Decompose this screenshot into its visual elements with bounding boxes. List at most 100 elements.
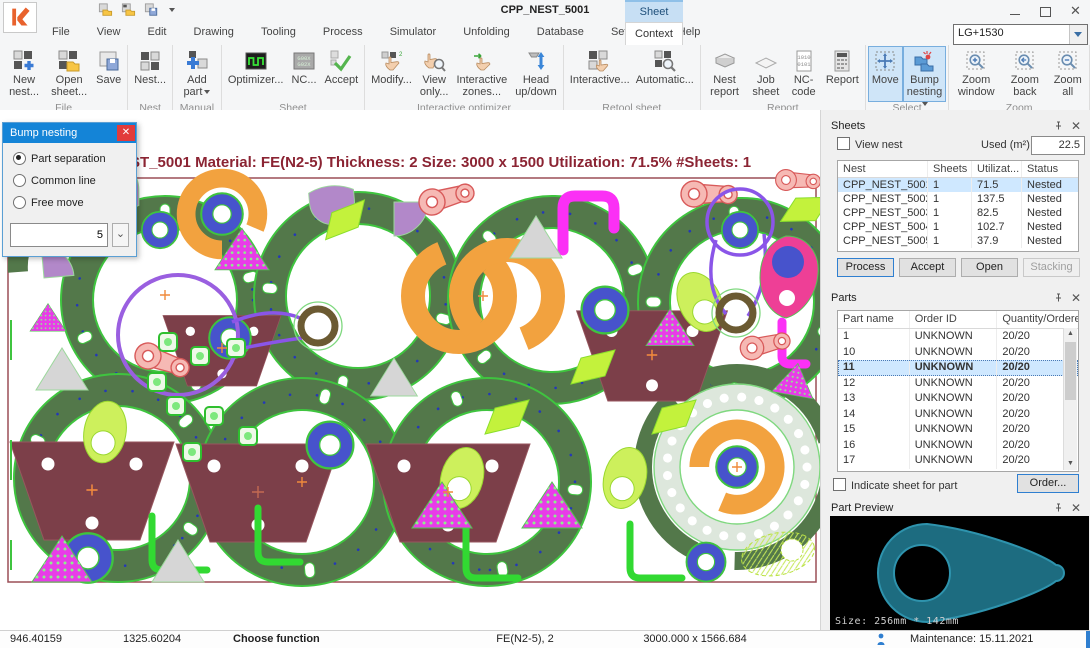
app-logo[interactable]: [3, 2, 37, 33]
head-updown-button[interactable]: Head up/down: [511, 46, 561, 102]
tab-database[interactable]: Database: [525, 22, 596, 38]
contextual-tab-group[interactable]: Sheet: [625, 0, 683, 24]
close-button[interactable]: ✕: [1070, 5, 1082, 17]
process-button[interactable]: Process: [837, 258, 894, 277]
table-row-selected[interactable]: 11UNKNOWN20/20: [838, 360, 1078, 376]
nest-button[interactable]: Nest...: [130, 46, 170, 102]
tab-unfolding[interactable]: Unfolding: [451, 22, 521, 38]
qat-customize-icon[interactable]: [169, 8, 175, 12]
table-row[interactable]: CPP_NEST_50021 137.5Nested: [838, 192, 1078, 206]
save-button[interactable]: Save: [92, 46, 125, 102]
pin-icon[interactable]: [1054, 293, 1063, 302]
view-nest-checkbox[interactable]: View nest: [837, 137, 903, 151]
scroll-down-icon[interactable]: ▼: [1064, 458, 1077, 470]
save-quick-icon[interactable]: [144, 3, 159, 17]
part-preview-drawing: [830, 516, 1089, 630]
modify-button[interactable]: 2 Modify...: [367, 46, 416, 102]
import-file-icon[interactable]: [121, 3, 136, 17]
minimize-button[interactable]: [1010, 5, 1022, 17]
close-panel-icon[interactable]: ✕: [1071, 293, 1081, 303]
sheets-table[interactable]: Nest Sheets Utilizat... Status CPP_NEST_…: [837, 160, 1079, 252]
open-button[interactable]: Open: [961, 258, 1018, 277]
bump-nesting-button[interactable]: Bump nesting: [903, 46, 946, 102]
add-part-button[interactable]: Add part: [175, 46, 219, 102]
nc-button[interactable]: G00X G02X NC...: [287, 46, 320, 102]
accept-button[interactable]: Accept: [321, 46, 363, 102]
table-row[interactable]: 12UNKNOWN20/20: [838, 376, 1078, 392]
zoom-window-button[interactable]: Zoom window: [951, 46, 1001, 102]
open-sheet-button[interactable]: Open sheet...: [46, 46, 92, 102]
optimizer-button[interactable]: Optimizer...: [224, 46, 288, 102]
radio-part-separation[interactable]: Part separation: [13, 152, 136, 165]
part-preview: Size: 256mm * 142mm: [830, 516, 1089, 630]
maintenance-date: Maintenance: 15.11.2021: [910, 633, 1033, 645]
table-row[interactable]: CPP_NEST_50011 71.5Nested: [838, 178, 1078, 192]
scroll-up-icon[interactable]: ▲: [1064, 328, 1077, 340]
view-only-button[interactable]: View only...: [416, 46, 453, 102]
zoom-all-button[interactable]: Zoom all: [1049, 46, 1088, 102]
nest-report-button[interactable]: Nest report: [703, 46, 747, 102]
tab-edit[interactable]: Edit: [136, 22, 179, 38]
tab-process[interactable]: Process: [311, 22, 375, 38]
menu-bar: File View Edit Drawing Tooling Process S…: [0, 22, 1090, 46]
accept-sheet-button[interactable]: Accept: [899, 258, 956, 277]
tab-context[interactable]: Context: [625, 22, 683, 45]
machine-selector-dropdown[interactable]: [1069, 25, 1087, 44]
nc-code-button[interactable]: 1010 0101 NC-code: [785, 46, 821, 102]
report-button[interactable]: Report: [822, 46, 863, 102]
tab-view[interactable]: View: [85, 22, 133, 38]
tab-file[interactable]: File: [40, 22, 82, 38]
close-panel-icon[interactable]: ✕: [1071, 121, 1081, 131]
table-row[interactable]: 16UNKNOWN20/20: [838, 438, 1078, 454]
stacking-button[interactable]: Stacking: [1023, 258, 1080, 277]
maximize-button[interactable]: [1040, 5, 1052, 17]
window-controls: ✕: [1010, 0, 1082, 22]
value-dropdown-button[interactable]: ⌄: [112, 223, 129, 247]
pin-icon[interactable]: [1054, 121, 1063, 130]
table-row[interactable]: 17UNKNOWN20/20: [838, 453, 1078, 469]
retool-interactive-button[interactable]: Interactive...: [566, 46, 632, 102]
maintenance-icon: [876, 633, 886, 646]
tab-simulator[interactable]: Simulator: [378, 22, 448, 38]
pin-icon[interactable]: [1054, 503, 1063, 512]
table-row[interactable]: CPP_NEST_50051 37.9Nested: [838, 234, 1078, 248]
tab-drawing[interactable]: Drawing: [182, 22, 246, 38]
zoom-back-button[interactable]: Zoom back: [1001, 46, 1048, 102]
parts-table-header[interactable]: Part name Order ID Quantity/Ordered: [838, 311, 1078, 329]
status-message: Choose function: [233, 633, 320, 645]
svg-text:0101: 0101: [797, 61, 811, 68]
table-row[interactable]: 13UNKNOWN20/20: [838, 391, 1078, 407]
separation-value-input[interactable]: [10, 223, 108, 247]
new-nest-button[interactable]: New nest...: [2, 46, 46, 102]
scroll-thumb[interactable]: [1065, 342, 1076, 400]
table-row[interactable]: 10UNKNOWN20/20: [838, 345, 1078, 361]
indicate-sheet-checkbox[interactable]: Indicate sheet for part: [833, 478, 957, 492]
parts-table[interactable]: Part name Order ID Quantity/Ordered 1UNK…: [837, 310, 1079, 472]
dialog-close-button[interactable]: ✕: [117, 125, 135, 141]
retool-automatic-button[interactable]: Automatic...: [632, 46, 698, 102]
job-sheet-button[interactable]: Job sheet: [746, 46, 785, 102]
radio-free-move[interactable]: Free move: [13, 196, 136, 209]
machine-selector[interactable]: LG+1530: [953, 24, 1088, 45]
open-file-icon[interactable]: [98, 3, 113, 17]
move-button[interactable]: Move: [868, 46, 903, 102]
parts-scrollbar[interactable]: ▲ ▼: [1063, 328, 1077, 470]
ribbon-group-report: Nest report Job sheet 1010 0101 NC-code: [701, 45, 866, 110]
table-row[interactable]: 14UNKNOWN20/20: [838, 407, 1078, 423]
table-row[interactable]: 1UNKNOWN20/20: [838, 329, 1078, 345]
svg-text:2: 2: [399, 52, 403, 58]
sheets-table-header[interactable]: Nest Sheets Utilizat... Status: [838, 161, 1078, 178]
chevron-down-icon: [1074, 32, 1082, 37]
table-row[interactable]: CPP_NEST_50031 82.5Nested: [838, 206, 1078, 220]
dialog-title-bar[interactable]: Bump nesting ✕: [3, 123, 136, 143]
used-label: Used (m²): [981, 139, 1030, 151]
zoom-back-icon: [1013, 49, 1037, 73]
table-row[interactable]: 15UNKNOWN20/20: [838, 422, 1078, 438]
close-panel-icon[interactable]: ✕: [1071, 503, 1081, 513]
tab-tooling[interactable]: Tooling: [249, 22, 308, 38]
table-row[interactable]: CPP_NEST_50041 102.7Nested: [838, 220, 1078, 234]
radio-common-line[interactable]: Common line: [13, 174, 136, 187]
order-button[interactable]: Order...: [1017, 474, 1079, 493]
interactive-zones-button[interactable]: Interactive zones...: [452, 46, 511, 102]
nc-icon: G00X G02X: [292, 49, 316, 73]
